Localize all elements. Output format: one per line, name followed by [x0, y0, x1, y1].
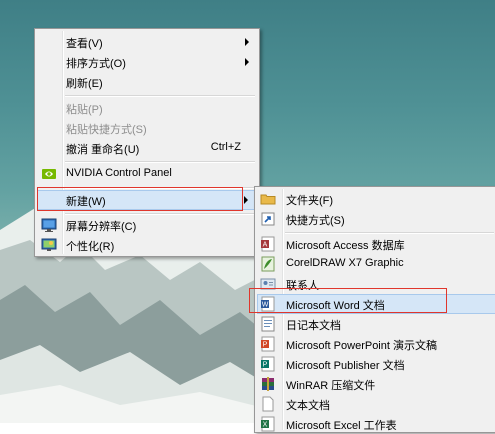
menu-item-label: 查看(V): [66, 38, 103, 50]
menu-item-undo-rename[interactable]: 撤消 重命名(U) Ctrl+Z: [37, 138, 257, 158]
menu-item-paste-shortcut[interactable]: 粘贴快捷方式(S): [37, 118, 257, 138]
menu-item-sort-by[interactable]: 排序方式(O): [37, 52, 257, 72]
submenu-item-label: Microsoft Excel 工作表: [286, 420, 397, 432]
menu-separator: [65, 95, 255, 97]
submenu-arrow-icon: [245, 38, 249, 46]
submenu-item-label: Microsoft PowerPoint 演示文稿: [286, 340, 437, 352]
menu-item-label: 刷新(E): [66, 78, 103, 90]
powerpoint-icon: P: [261, 336, 275, 352]
publisher-icon: P: [261, 356, 275, 372]
submenu-item-label: Microsoft Access 数据库: [286, 240, 405, 252]
menu-item-nvidia-control-panel[interactable]: NVIDIA Control Panel: [37, 164, 257, 184]
annotation-highlight-word: [249, 288, 447, 313]
submenu-item-winrar[interactable]: WinRAR 压缩文件: [257, 374, 495, 394]
access-icon: A: [261, 236, 275, 252]
svg-text:A: A: [263, 242, 268, 249]
submenu-item-folder[interactable]: 文件夹(F): [257, 189, 495, 209]
shortcut-icon: [261, 212, 275, 226]
submenu-item-label: 日记本文档: [286, 320, 341, 332]
winrar-icon: [262, 377, 274, 391]
submenu-item-publisher[interactable]: P Microsoft Publisher 文档: [257, 354, 495, 374]
menu-item-label: 个性化(R): [66, 241, 115, 253]
submenu-item-label: 快捷方式(S): [286, 215, 345, 227]
menu-item-label: 粘贴快捷方式(S): [66, 124, 147, 136]
submenu-arrow-icon: [244, 196, 248, 204]
svg-text:P: P: [263, 342, 268, 349]
nvidia-icon: [42, 169, 56, 179]
menu-separator: [65, 161, 255, 163]
menu-item-label: NVIDIA Control Panel: [66, 167, 172, 179]
submenu-item-coreldraw[interactable]: CorelDRAW X7 Graphic: [257, 254, 495, 274]
journal-icon: [261, 316, 275, 332]
submenu-item-shortcut[interactable]: 快捷方式(S): [257, 209, 495, 229]
submenu-item-powerpoint[interactable]: P Microsoft PowerPoint 演示文稿: [257, 334, 495, 354]
annotation-highlight-new: [37, 187, 243, 211]
menu-item-shortcut: Ctrl+Z: [210, 141, 241, 153]
submenu-item-journal-document[interactable]: 日记本文档: [257, 314, 495, 334]
menu-item-paste[interactable]: 粘贴(P): [37, 98, 257, 118]
text-document-icon: [262, 396, 274, 412]
personalize-icon: [41, 238, 57, 251]
menu-item-label: 排序方式(O): [66, 58, 126, 70]
excel-icon: X: [261, 416, 275, 432]
menu-item-refresh[interactable]: 刷新(E): [37, 72, 257, 92]
submenu-item-label: 文本文档: [286, 400, 330, 412]
submenu-item-label: CorelDRAW X7 Graphic: [286, 257, 404, 269]
menu-item-screen-resolution[interactable]: 屏幕分辨率(C): [37, 215, 257, 235]
desktop-context-menu: 查看(V) 排序方式(O) 刷新(E) 粘贴(P) 粘贴快捷方式(S) 撤消 重…: [34, 28, 260, 257]
submenu-item-label: 文件夹(F): [286, 195, 334, 207]
submenu-item-label: Microsoft Publisher 文档: [286, 360, 405, 372]
menu-item-label: 屏幕分辨率(C): [66, 221, 137, 233]
monitor-icon: [41, 218, 57, 232]
folder-icon: [260, 194, 276, 205]
menu-item-label: 撤消 重命名(U): [66, 144, 140, 156]
menu-item-personalize[interactable]: 个性化(R): [37, 235, 257, 255]
coreldraw-icon: [261, 256, 275, 272]
menu-item-label: 粘贴(P): [66, 104, 103, 116]
svg-text:P: P: [263, 362, 268, 369]
submenu-item-label: WinRAR 压缩文件: [286, 380, 376, 392]
submenu-arrow-icon: [245, 58, 249, 66]
submenu-item-text-document[interactable]: 文本文档: [257, 394, 495, 414]
menu-item-view[interactable]: 查看(V): [37, 32, 257, 52]
submenu-item-access-database[interactable]: A Microsoft Access 数据库: [257, 234, 495, 254]
submenu-item-excel[interactable]: X Microsoft Excel 工作表: [257, 414, 495, 434]
